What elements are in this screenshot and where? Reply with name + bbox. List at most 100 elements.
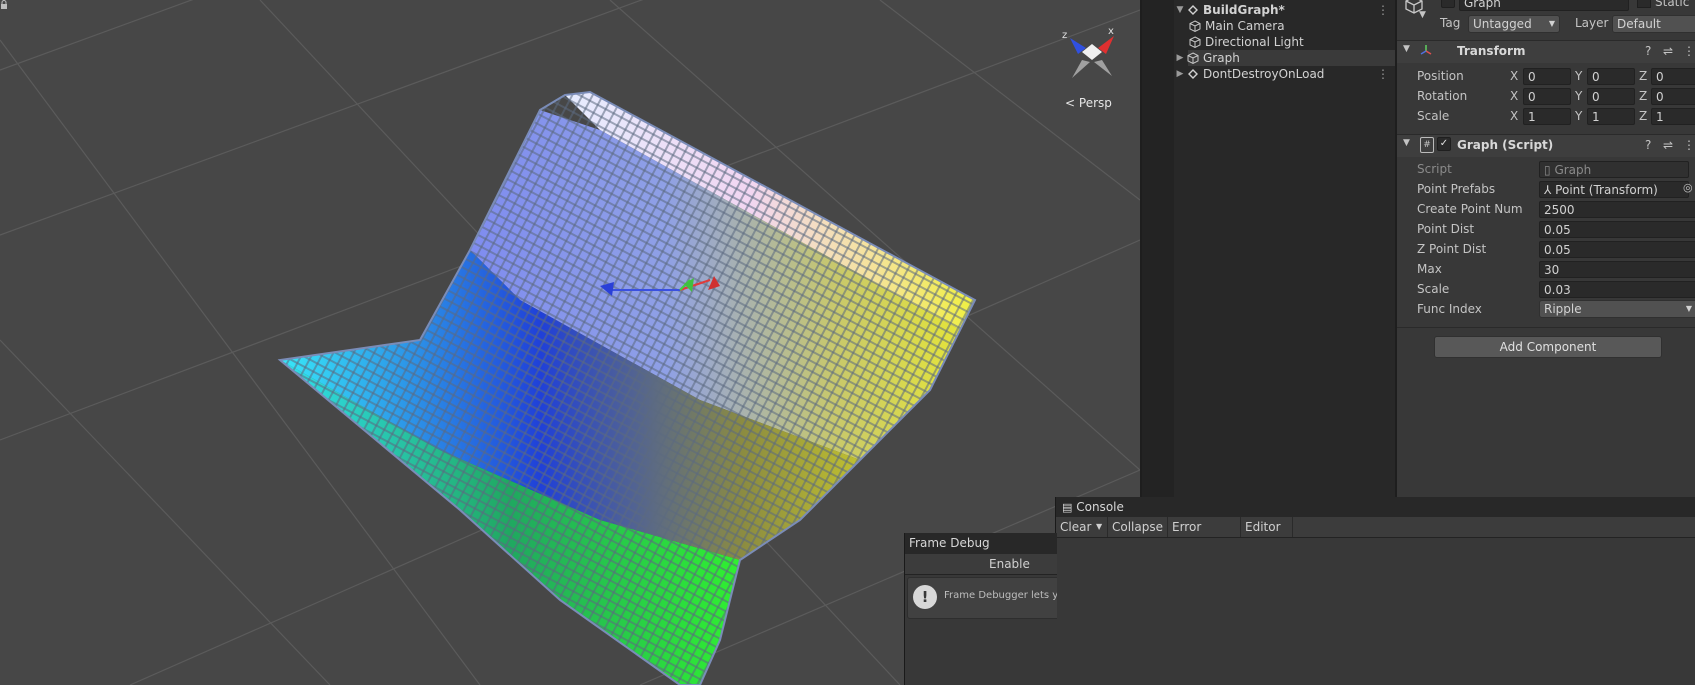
script-value: Graph xyxy=(1554,163,1592,177)
divider xyxy=(1397,327,1695,328)
tag-label: Tag xyxy=(1440,16,1461,30)
object-picker-icon[interactable]: ◎ xyxy=(1683,181,1693,194)
axis-y-label: Y xyxy=(1575,89,1583,103)
max-field[interactable]: 30 xyxy=(1539,261,1695,278)
static-checkbox[interactable] xyxy=(1637,0,1651,8)
frame-debug-toolbar: Enable xyxy=(905,554,1057,575)
add-component-button[interactable]: Add Component xyxy=(1434,336,1662,358)
graph-point-surface xyxy=(277,90,977,685)
persp-toggle[interactable]: < Persp xyxy=(1065,96,1112,110)
editor-dropdown[interactable]: Editor ▼ xyxy=(1241,517,1293,553)
scale-x-field[interactable]: 1 xyxy=(1523,108,1571,125)
axis-z-label: Z xyxy=(1639,69,1648,83)
enable-button[interactable]: Enable xyxy=(985,554,1045,574)
foldout-arrow-icon[interactable]: ▼ xyxy=(1403,138,1410,148)
foldout-arrow-icon[interactable]: ▼ xyxy=(1403,44,1410,54)
scale-label: Scale xyxy=(1417,109,1450,123)
active-checkbox[interactable] xyxy=(1441,0,1455,8)
console-tabbar: ▤ Console xyxy=(1056,497,1695,518)
frame-debug-help-box: ! Frame Debugger lets you xyxy=(907,577,1057,619)
presets-icon[interactable]: ⇌ xyxy=(1663,138,1673,152)
console-log-area[interactable] xyxy=(1056,538,1695,685)
scale-field-label: Scale xyxy=(1417,282,1450,296)
console-panel[interactable]: ▤ Console Clear ▼ Collapse Error Pause E… xyxy=(1055,497,1695,685)
help-icon[interactable]: ? xyxy=(1645,44,1651,58)
scale-z-field[interactable]: 1 xyxy=(1651,108,1695,125)
gizmo-x-label: x xyxy=(1108,26,1114,37)
tab-console[interactable]: ▤ Console xyxy=(1062,497,1124,517)
script-field: ▯ Graph xyxy=(1539,161,1689,178)
hierarchy-item-label: DontDestroyOnLoad xyxy=(1203,67,1325,81)
scale-value-field[interactable]: 0.03 xyxy=(1539,281,1695,298)
inspector-panel[interactable]: ▼ Graph Static Tag Untagged ▼ Layer Defa… xyxy=(1397,0,1695,497)
layer-dropdown[interactable]: Default xyxy=(1612,15,1695,33)
dropdown-arrow-icon: ▼ xyxy=(1548,19,1555,28)
rotation-label: Rotation xyxy=(1417,89,1468,103)
rotation-z-field[interactable]: 0 xyxy=(1651,88,1695,105)
hierarchy-panel[interactable]: ▼ BuildGraph* ⋮ Main Camera Directional … xyxy=(1142,0,1395,497)
point-prefabs-label: Point Prefabs xyxy=(1417,182,1496,196)
transform-axes-icon xyxy=(1420,45,1432,55)
clear-options-dropdown-icon[interactable]: ▼ xyxy=(1092,517,1108,537)
axis-y-label: Y xyxy=(1575,109,1583,123)
more-options-icon[interactable]: ⋮ xyxy=(1683,44,1695,58)
func-index-value: Ripple xyxy=(1544,302,1582,316)
chevron-down-icon[interactable]: ▼ xyxy=(1419,10,1426,20)
hierarchy-item-label: Graph xyxy=(1203,51,1240,65)
axis-x-label: X xyxy=(1510,109,1519,123)
script-file-icon: ▯ xyxy=(1544,163,1551,177)
position-label: Position xyxy=(1417,69,1464,83)
point-prefabs-field[interactable]: ⅄ Point (Transform) xyxy=(1539,181,1689,198)
point-dist-field[interactable]: 0.05 xyxy=(1539,221,1695,238)
unity-scene-icon xyxy=(1188,69,1198,79)
frame-debug-tabbar: Frame Debug xyxy=(905,533,1057,555)
error-pause-button[interactable]: Error Pause xyxy=(1168,517,1241,554)
graph-script-header[interactable]: ▼ # ✓ Graph (Script) ? ⇌ ⋮ xyxy=(1397,134,1695,157)
axis-x-label: X xyxy=(1510,69,1519,83)
more-options-icon[interactable]: ⋮ xyxy=(1377,3,1389,17)
gameobject-cube-icon xyxy=(1189,36,1201,49)
presets-icon[interactable]: ⇌ xyxy=(1663,44,1673,58)
hierarchy-item-label: Main Camera xyxy=(1205,19,1285,33)
rotation-y-field[interactable]: 0 xyxy=(1587,88,1635,105)
axis-y-label: Y xyxy=(1575,69,1583,83)
gizmo-z-label: z xyxy=(1062,30,1067,41)
z-point-dist-field[interactable]: 0.05 xyxy=(1539,241,1695,258)
hierarchy-item-buildgraph[interactable]: ▼ BuildGraph* ⋮ xyxy=(1174,2,1395,18)
tag-dropdown[interactable]: Untagged ▼ xyxy=(1468,15,1560,33)
object-name-field[interactable]: Graph xyxy=(1459,0,1629,11)
more-options-icon[interactable]: ⋮ xyxy=(1683,138,1695,152)
console-tab-label: Console xyxy=(1076,500,1124,514)
static-label: Static xyxy=(1655,0,1690,9)
create-point-num-field[interactable]: 2500 xyxy=(1539,201,1695,218)
help-icon[interactable]: ? xyxy=(1645,138,1651,152)
frame-debug-panel[interactable]: Frame Debug Enable ! Frame Debugger lets… xyxy=(904,533,1057,685)
position-x-field[interactable]: 0 xyxy=(1523,68,1571,85)
hierarchy-item-main-camera[interactable]: Main Camera xyxy=(1188,18,1395,34)
expand-triangle-icon[interactable]: ▶ xyxy=(1174,69,1186,79)
expand-triangle-icon[interactable]: ▶ xyxy=(1174,53,1186,63)
expand-triangle-icon[interactable]: ▼ xyxy=(1174,5,1186,15)
hierarchy-item-graph[interactable]: ▶ Graph xyxy=(1177,50,1395,66)
transform-title: Transform xyxy=(1457,44,1526,58)
warning-icon: ! xyxy=(913,585,937,609)
gameobject-cube-icon xyxy=(1189,20,1201,33)
component-enabled-checkbox[interactable]: ✓ xyxy=(1437,137,1451,151)
hierarchy-item-dontdestroyonload[interactable]: ▶ DontDestroyOnLoad ⋮ xyxy=(1174,66,1395,82)
max-label: Max xyxy=(1417,262,1442,276)
point-prefabs-value: Point (Transform) xyxy=(1555,183,1658,197)
position-z-field[interactable]: 0 xyxy=(1651,68,1695,85)
func-index-dropdown[interactable]: Ripple ▼ xyxy=(1539,300,1695,318)
transform-header[interactable]: ▼ Transform ? ⇌ ⋮ xyxy=(1397,40,1695,63)
orientation-gizmo: z x xyxy=(1062,26,1114,78)
tab-frame-debug[interactable]: Frame Debug xyxy=(909,533,990,554)
hierarchy-item-directional-light[interactable]: Directional Light xyxy=(1188,34,1395,50)
layer-label: Layer xyxy=(1575,16,1609,30)
more-options-icon[interactable]: ⋮ xyxy=(1377,67,1389,81)
lock-icon[interactable] xyxy=(0,0,8,9)
axis-z-label: Z xyxy=(1639,89,1648,103)
rotation-x-field[interactable]: 0 xyxy=(1523,88,1571,105)
scale-y-field[interactable]: 1 xyxy=(1587,108,1635,125)
position-y-field[interactable]: 0 xyxy=(1587,68,1635,85)
collapse-button[interactable]: Collapse xyxy=(1108,517,1168,537)
